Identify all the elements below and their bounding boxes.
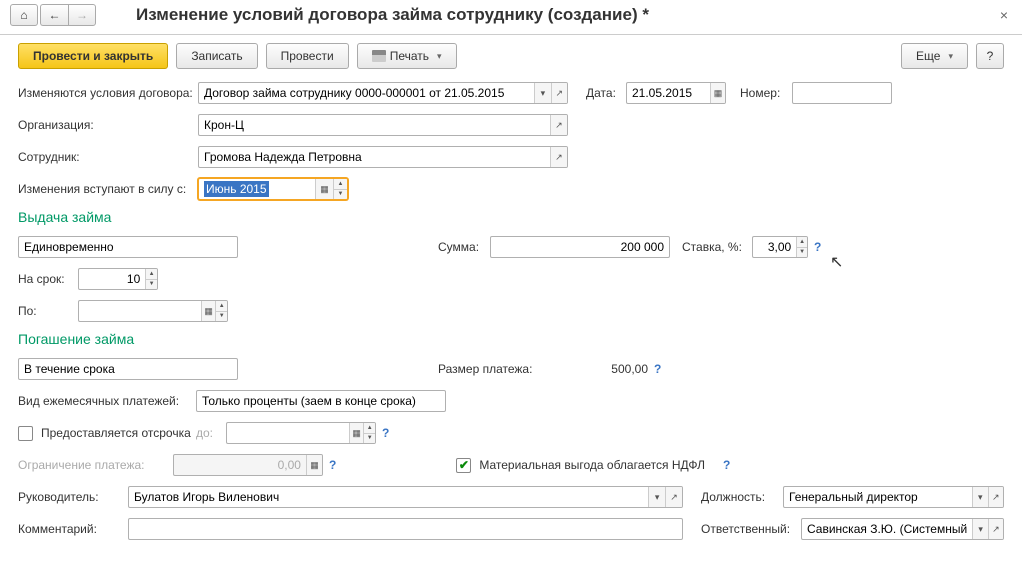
number-label: Номер: (740, 86, 792, 100)
nav-buttons: ⌂ ← → (10, 4, 96, 26)
till-field[interactable]: ▦ ▲▼ (78, 300, 228, 322)
org-field[interactable]: ↗ (198, 114, 568, 136)
position-label: Должность: (701, 490, 783, 504)
ndfl-label: Материальная выгода облагается НДФЛ (479, 458, 705, 472)
term-label: На срок: (18, 272, 78, 286)
write-button[interactable]: Записать (176, 43, 257, 69)
sum-field[interactable] (490, 236, 670, 258)
repay-section-header: Погашение займа (18, 331, 1004, 347)
post-button[interactable]: Провести (266, 43, 349, 69)
issue-mode-field[interactable] (18, 236, 238, 258)
manager-field[interactable]: ▾ ↗ (128, 486, 683, 508)
issue-section-header: Выдача займа (18, 209, 1004, 225)
title-bar: ⌂ ← → Изменение условий договора займа с… (0, 0, 1022, 35)
dropdown-icon[interactable]: ▾ (648, 487, 665, 507)
rate-field[interactable]: ▲▼ (752, 236, 808, 258)
delay-till-label: до: (196, 426, 226, 440)
spinner[interactable]: ▲▼ (215, 301, 227, 321)
hint-icon[interactable]: ? (654, 362, 661, 376)
open-icon[interactable]: ↗ (988, 487, 1003, 507)
open-icon[interactable]: ↗ (988, 519, 1003, 539)
printer-icon (372, 50, 386, 62)
employee-field[interactable]: ↗ (198, 146, 568, 168)
monthly-type-label: Вид ежемесячных платежей: (18, 394, 196, 408)
contract-label: Изменяются условия договора: (18, 86, 198, 100)
ndfl-checkbox[interactable]: ✔ (456, 458, 471, 473)
open-icon[interactable]: ↗ (550, 115, 567, 135)
open-icon[interactable]: ↗ (665, 487, 682, 507)
contract-field[interactable]: ▾ ↗ (198, 82, 568, 104)
hint-icon[interactable]: ? (382, 426, 389, 440)
number-field[interactable] (792, 82, 892, 104)
print-button[interactable]: Печать (357, 43, 457, 69)
hint-icon[interactable]: ? (329, 458, 336, 472)
dropdown-icon[interactable]: ▾ (534, 83, 550, 103)
dropdown-icon[interactable]: ▾ (972, 519, 987, 539)
more-button[interactable]: Еще (901, 43, 968, 69)
responsible-field[interactable]: ▾ ↗ (801, 518, 1004, 540)
calendar-icon[interactable]: ▦ (315, 179, 333, 199)
calendar-icon[interactable]: ▦ (201, 301, 216, 321)
sum-label: Сумма: (438, 240, 490, 254)
effective-field[interactable]: Июнь 2015 ▦ ▲▼ (198, 178, 348, 200)
payment-label: Размер платежа: (438, 362, 558, 376)
page-title: Изменение условий договора займа сотрудн… (136, 5, 996, 25)
help-button[interactable]: ? (976, 43, 1004, 69)
delay-checkbox[interactable] (18, 426, 33, 441)
post-and-close-button[interactable]: Провести и закрыть (18, 43, 168, 69)
payment-value: 500,00 (558, 362, 648, 376)
home-button[interactable]: ⌂ (10, 4, 38, 26)
date-label: Дата: (586, 86, 626, 100)
spinner[interactable]: ▲▼ (363, 423, 375, 443)
comment-field[interactable] (128, 518, 683, 540)
calc-icon: ▦ (306, 455, 322, 475)
date-field[interactable]: ▦ (626, 82, 726, 104)
limit-label: Ограничение платежа: (18, 458, 173, 472)
spinner[interactable]: ▲▼ (333, 179, 347, 199)
effective-label: Изменения вступают в силу с: (18, 182, 198, 196)
open-icon[interactable]: ↗ (550, 147, 567, 167)
position-field[interactable]: ▾ ↗ (783, 486, 1004, 508)
delay-label: Предоставляется отсрочка (41, 426, 196, 440)
close-icon[interactable]: × (996, 7, 1012, 23)
form-body: Изменяются условия договора: ▾ ↗ Дата: ▦… (0, 77, 1022, 553)
comment-label: Комментарий: (18, 522, 128, 536)
manager-label: Руководитель: (18, 490, 128, 504)
repay-mode-field[interactable] (18, 358, 238, 380)
till-label: По: (18, 304, 78, 318)
rate-label: Ставка, %: (682, 240, 752, 254)
hint-icon[interactable]: ? (723, 458, 730, 472)
open-icon[interactable]: ↗ (551, 83, 567, 103)
command-bar: Провести и закрыть Записать Провести Печ… (0, 35, 1022, 77)
org-label: Организация: (18, 118, 198, 132)
delay-till-field[interactable]: ▦ ▲▼ (226, 422, 376, 444)
limit-field: ▦ (173, 454, 323, 476)
calendar-icon[interactable]: ▦ (349, 423, 364, 443)
spinner[interactable]: ▲▼ (145, 269, 157, 289)
responsible-label: Ответственный: (701, 522, 801, 536)
employee-label: Сотрудник: (18, 150, 198, 164)
back-button[interactable]: ← (40, 4, 68, 26)
hint-icon[interactable]: ? (814, 240, 821, 254)
term-field[interactable]: ▲▼ (78, 268, 158, 290)
forward-button[interactable]: → (68, 4, 96, 26)
monthly-type-field[interactable] (196, 390, 446, 412)
calendar-icon[interactable]: ▦ (710, 83, 725, 103)
spinner[interactable]: ▲▼ (796, 237, 807, 257)
dropdown-icon[interactable]: ▾ (972, 487, 987, 507)
